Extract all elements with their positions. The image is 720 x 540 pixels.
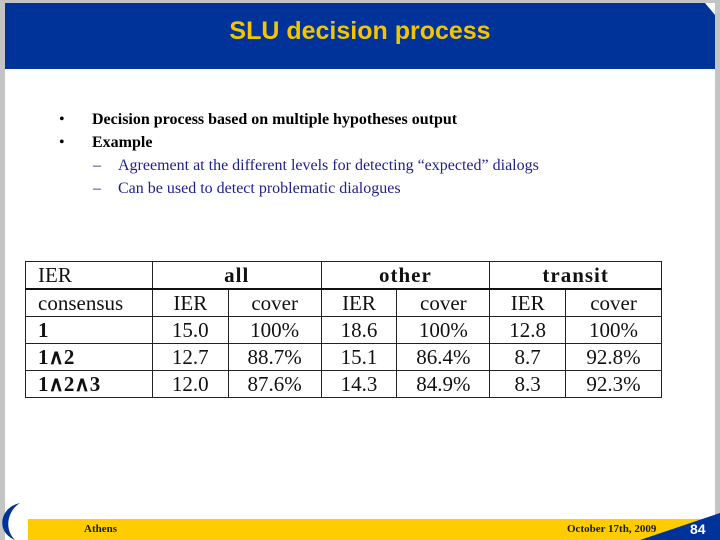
- bullet-list: • Decision process based on multiple hyp…: [55, 108, 675, 200]
- sub-bullet-item: – Agreement at the different levels for …: [55, 154, 675, 177]
- group-header-all: all: [151, 261, 322, 290]
- table-cell: 100%: [227, 316, 322, 344]
- table-row: 1∧2∧3 12.0 87.6% 14.3 84.9% 8.3 92.3%: [25, 370, 662, 398]
- table-cell: 92.3%: [565, 370, 662, 398]
- sub-bullet-text: Can be used to detect problematic dialog…: [118, 180, 401, 197]
- results-table: IER all other transit consensus IER cove…: [25, 261, 662, 398]
- row-label: 1∧2: [25, 343, 153, 371]
- footer-location: Athens: [84, 523, 118, 535]
- table-cell: 87.6%: [227, 370, 322, 398]
- row-label: 1: [25, 316, 153, 344]
- table-cell: 8.3: [489, 370, 567, 398]
- slide-title: SLU decision process: [229, 17, 491, 45]
- table-row: 1 15.0 100% 18.6 100% 12.8 100%: [25, 316, 662, 344]
- sub-bullet-marker: –: [93, 157, 101, 174]
- table-cell: 12.8: [489, 316, 567, 344]
- table-cell: 92.8%: [565, 343, 662, 371]
- table-row: 1∧2 12.7 88.7% 15.1 86.4% 8.7 92.8%: [25, 343, 662, 371]
- group-header-other: other: [320, 261, 491, 290]
- page-number: 84: [690, 521, 706, 537]
- table-cell: 15.1: [320, 343, 398, 371]
- subheader-cell: cover: [396, 288, 491, 317]
- subheader-cell: IER: [151, 288, 229, 317]
- subheader-cell: IER: [489, 288, 567, 317]
- row-label: 1∧2∧3: [25, 370, 153, 398]
- table-cell: 18.6: [320, 316, 398, 344]
- sub-bullet-text: Agreement at the different levels for de…: [118, 157, 539, 174]
- table-cell: 14.3: [320, 370, 398, 398]
- corner-header-bottom: consensus: [25, 288, 153, 317]
- bullet-item: • Decision process based on multiple hyp…: [55, 108, 675, 131]
- subheader-cell: cover: [227, 288, 322, 317]
- corner-header-top: IER: [25, 261, 153, 290]
- table-group-header-row: IER all other transit: [25, 261, 662, 290]
- table-cell: 86.4%: [396, 343, 491, 371]
- title-bar: SLU decision process: [5, 3, 715, 69]
- bullet-marker: •: [59, 111, 65, 128]
- bullet-text: Example: [92, 134, 153, 151]
- table-cell: 12.0: [151, 370, 229, 398]
- sub-bullet-item: – Can be used to detect problematic dial…: [55, 177, 675, 200]
- bullet-text: Decision process based on multiple hypot…: [92, 111, 458, 128]
- subheader-cell: cover: [565, 288, 662, 317]
- table-cell: 100%: [396, 316, 491, 344]
- subheader-cell: IER: [320, 288, 398, 317]
- table-cell: 100%: [565, 316, 662, 344]
- table-subheader-row: consensus IER cover IER cover IER cover: [25, 288, 662, 317]
- table-cell: 88.7%: [227, 343, 322, 371]
- bullet-item: • Example: [55, 131, 675, 154]
- sub-bullet-marker: –: [93, 180, 101, 197]
- table-cell: 15.0: [151, 316, 229, 344]
- table-cell: 12.7: [151, 343, 229, 371]
- bullet-marker: •: [59, 134, 65, 151]
- table-cell: 8.7: [489, 343, 567, 371]
- footer-date: October 17th, 2009: [567, 523, 657, 535]
- group-header-transit: transit: [489, 261, 662, 290]
- table-cell: 84.9%: [396, 370, 491, 398]
- crescent-logo-icon: [2, 503, 20, 540]
